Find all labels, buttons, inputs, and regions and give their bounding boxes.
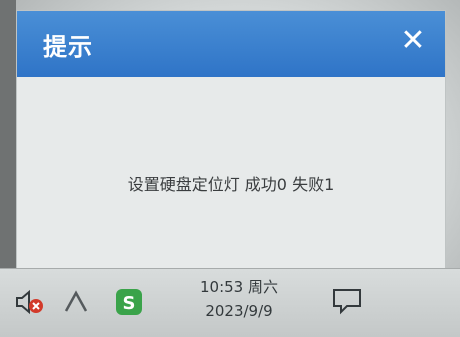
taskbar-clock[interactable]: 10:53 周六 2023/9/9 [176,275,302,323]
close-button[interactable]: ✕ [395,23,431,59]
svg-text:S: S [123,293,136,314]
dialog-message: 设置硬盘定位灯 成功0 失败1 [127,175,335,194]
message-dialog: 提示 ✕ 设置硬盘定位灯 成功0 失败1 [16,10,446,274]
speaker-muted-icon[interactable] [14,287,48,317]
taskbar: S 10:53 周六 2023/9/9 [0,268,460,337]
clock-date: 2023/9/9 [205,302,273,320]
clock-time: 10:53 周六 [200,278,278,296]
app-s-icon[interactable]: S [114,287,144,317]
notification-icon[interactable] [330,285,364,317]
caret-up-icon[interactable] [62,287,90,317]
desktop-screen: 提示 ✕ 设置硬盘定位灯 成功0 失败1 S 10:53 周六 2023/9/9 [0,0,460,337]
window-edge [0,0,16,270]
dialog-title: 提示 [43,33,93,61]
dialog-titlebar[interactable]: 提示 ✕ [17,11,445,77]
